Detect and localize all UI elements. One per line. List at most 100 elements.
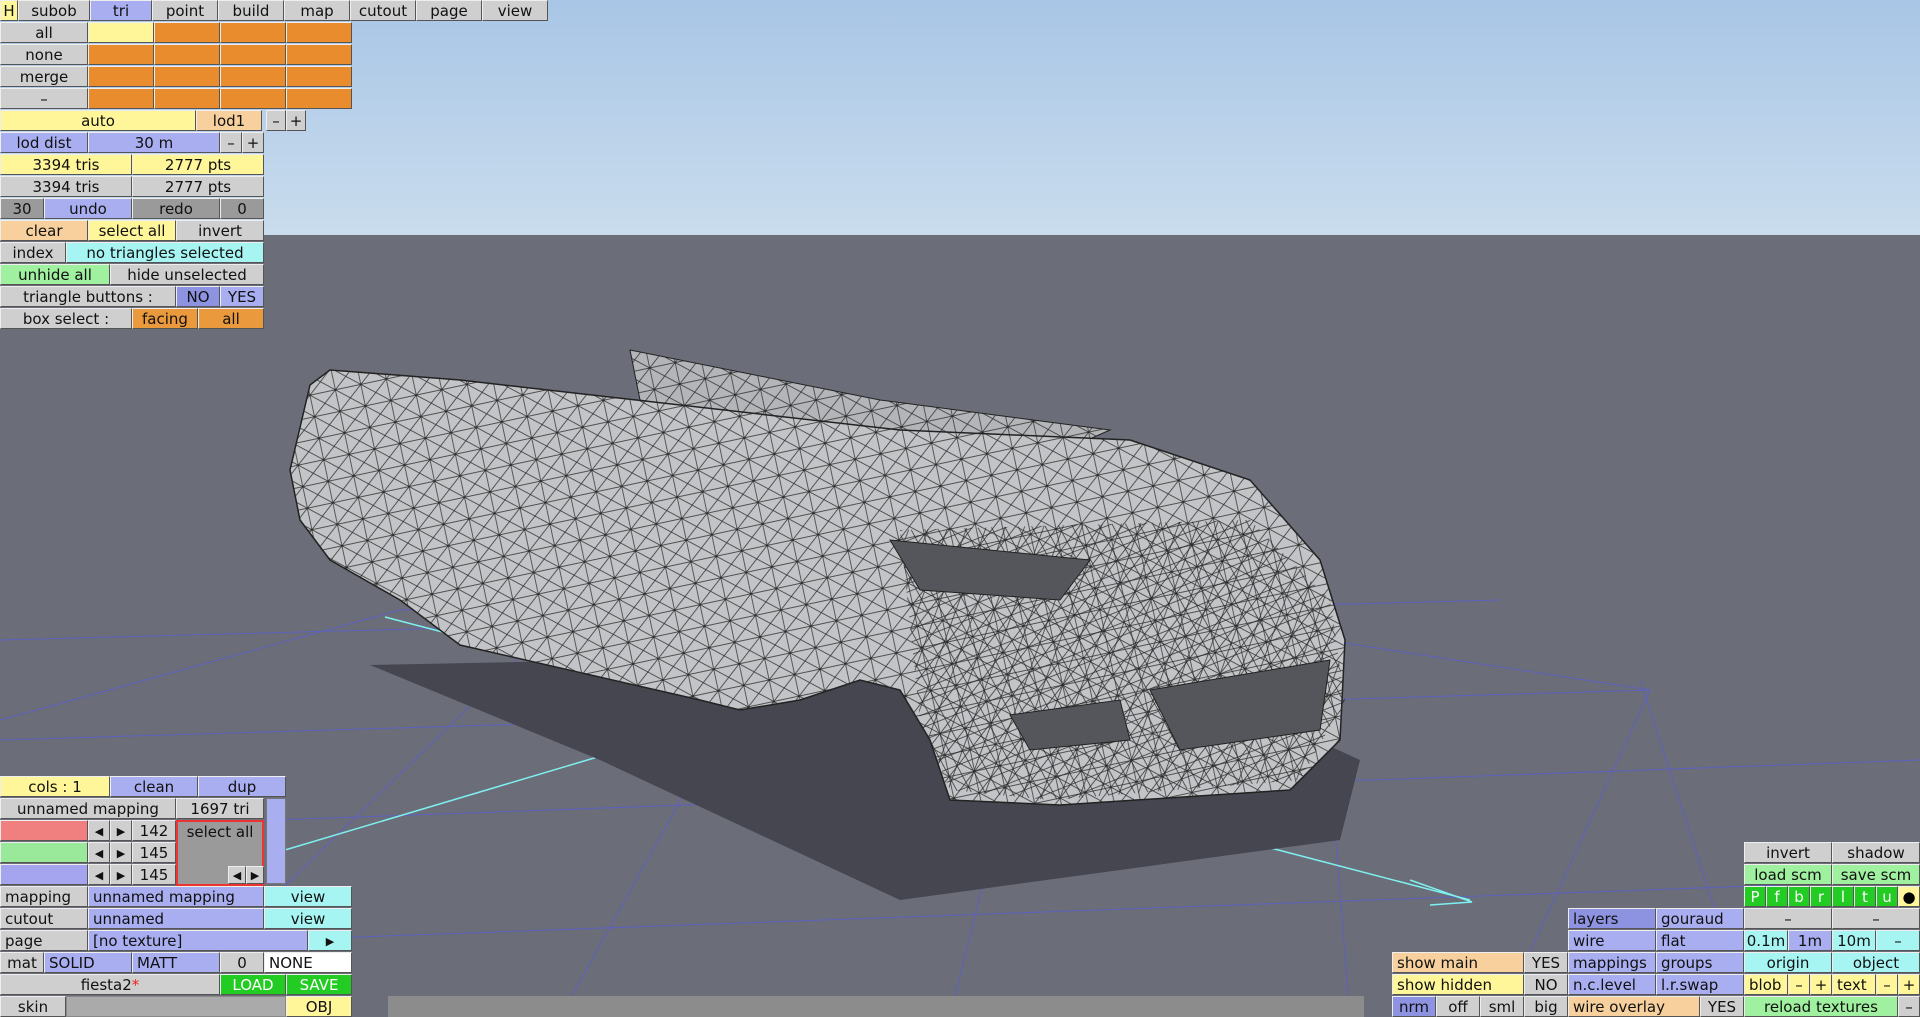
wire-overlay-button[interactable]: wire overlay: [1568, 996, 1700, 1017]
object-button[interactable]: object: [1832, 952, 1920, 973]
grid-1m[interactable]: 1m: [1788, 930, 1832, 951]
lod-dist-minus[interactable]: –: [220, 132, 242, 153]
lod-dist-value[interactable]: 30 m: [88, 132, 220, 153]
view-perspective-button[interactable]: P: [1744, 886, 1766, 907]
lr-swap-button[interactable]: l.r.swap: [1656, 974, 1744, 995]
red-swatch[interactable]: [0, 820, 88, 841]
flat-button[interactable]: flat: [1656, 930, 1744, 951]
h-button[interactable]: H: [0, 0, 18, 21]
sml-button[interactable]: sml: [1480, 996, 1524, 1017]
blue-increase-icon[interactable]: ▶: [110, 864, 132, 885]
color-preview[interactable]: select all ◀ ▶: [176, 820, 264, 886]
tab-view[interactable]: view: [482, 0, 548, 21]
big-button[interactable]: big: [1524, 996, 1568, 1017]
show-hidden-button[interactable]: show hidden: [1392, 974, 1524, 995]
wire-overlay-yes[interactable]: YES: [1700, 996, 1744, 1017]
mat-number[interactable]: 0: [220, 952, 264, 973]
view-front-button[interactable]: f: [1766, 886, 1788, 907]
triangle-buttons-yes[interactable]: YES: [220, 286, 264, 307]
red-increase-icon[interactable]: ▶: [110, 820, 132, 841]
selection-slot[interactable]: [220, 66, 286, 87]
index-button[interactable]: index: [0, 242, 66, 263]
selection-slot[interactable]: [286, 66, 352, 87]
grid-minus[interactable]: –: [1876, 930, 1920, 951]
green-swatch[interactable]: [0, 842, 88, 863]
dup-button[interactable]: dup: [198, 776, 286, 797]
clean-button[interactable]: clean: [110, 776, 198, 797]
clear-button[interactable]: clear: [0, 220, 88, 241]
selection-slot[interactable]: [286, 22, 352, 43]
view-dash-right[interactable]: –: [1832, 908, 1920, 929]
3d-viewport[interactable]: [0, 0, 1920, 1017]
selection-slot[interactable]: [286, 88, 352, 109]
skin-button[interactable]: skin: [0, 996, 66, 1017]
view-dot-button[interactable]: ●: [1898, 886, 1920, 907]
reload-minus[interactable]: –: [1898, 996, 1920, 1017]
mapping-value[interactable]: unnamed mapping: [88, 886, 264, 907]
mat-matt[interactable]: MATT: [132, 952, 220, 973]
page-play-icon[interactable]: ▶: [308, 930, 352, 951]
minus-button[interactable]: –: [0, 88, 88, 109]
load-scm-button[interactable]: load scm: [1744, 864, 1832, 885]
blue-swatch[interactable]: [0, 864, 88, 885]
show-main-yes[interactable]: YES: [1524, 952, 1568, 973]
preview-right-icon[interactable]: ▶: [246, 866, 264, 884]
green-decrease-icon[interactable]: ◀: [88, 842, 110, 863]
grid-10m[interactable]: 10m: [1832, 930, 1876, 951]
save-scm-button[interactable]: save scm: [1832, 864, 1920, 885]
blue-decrease-icon[interactable]: ◀: [88, 864, 110, 885]
mat-none[interactable]: NONE: [264, 952, 352, 973]
selection-slot[interactable]: [154, 22, 220, 43]
nc-level-button[interactable]: n.c.level: [1568, 974, 1656, 995]
selection-slot[interactable]: [220, 88, 286, 109]
mapping-name[interactable]: unnamed mapping: [0, 798, 176, 819]
selection-slot[interactable]: [220, 44, 286, 65]
triangle-buttons-no[interactable]: NO: [176, 286, 220, 307]
mapping-scrollbar[interactable]: [266, 798, 286, 884]
text-button[interactable]: text: [1832, 974, 1876, 995]
cutout-value[interactable]: unnamed: [88, 908, 264, 929]
tab-tri[interactable]: tri: [90, 0, 152, 21]
selection-slot[interactable]: [286, 44, 352, 65]
bottom-scrollbar[interactable]: [388, 996, 1364, 1017]
blob-plus[interactable]: +: [1810, 974, 1832, 995]
box-select-facing[interactable]: facing: [132, 308, 198, 329]
box-select-all[interactable]: all: [198, 308, 264, 329]
page-value[interactable]: [no texture]: [88, 930, 308, 951]
tab-map[interactable]: map: [284, 0, 350, 21]
hide-unselected-button[interactable]: hide unselected: [110, 264, 264, 285]
red-value[interactable]: 142: [132, 820, 176, 841]
lod-auto-button[interactable]: auto: [0, 110, 196, 131]
lod-minus-button[interactable]: –: [266, 110, 286, 131]
tri-select-all-button[interactable]: select all: [88, 220, 176, 241]
show-hidden-no[interactable]: NO: [1524, 974, 1568, 995]
green-increase-icon[interactable]: ▶: [110, 842, 132, 863]
selection-slot[interactable]: [88, 22, 154, 43]
unhide-all-button[interactable]: unhide all: [0, 264, 110, 285]
mappings-button[interactable]: mappings: [1568, 952, 1656, 973]
selection-slot[interactable]: [88, 44, 154, 65]
select-none-button[interactable]: none: [0, 44, 88, 65]
tab-subob[interactable]: subob: [18, 0, 90, 21]
tab-build[interactable]: build: [218, 0, 284, 21]
text-minus[interactable]: –: [1876, 974, 1898, 995]
mat-solid[interactable]: SOLID: [44, 952, 132, 973]
blue-value[interactable]: 145: [132, 864, 176, 885]
red-decrease-icon[interactable]: ◀: [88, 820, 110, 841]
selection-slot[interactable]: [154, 88, 220, 109]
view-invert-button[interactable]: invert: [1744, 842, 1832, 863]
gouraud-button[interactable]: gouraud: [1656, 908, 1744, 929]
view-dash-left[interactable]: –: [1744, 908, 1832, 929]
green-value[interactable]: 145: [132, 842, 176, 863]
off-button[interactable]: off: [1436, 996, 1480, 1017]
view-right-button[interactable]: r: [1810, 886, 1832, 907]
lod-plus-button[interactable]: +: [286, 110, 306, 131]
load-button[interactable]: LOAD: [220, 974, 286, 995]
lod-dist-plus[interactable]: +: [242, 132, 264, 153]
preview-left-icon[interactable]: ◀: [228, 866, 246, 884]
show-main-button[interactable]: show main: [1392, 952, 1524, 973]
reload-textures-button[interactable]: reload textures: [1744, 996, 1898, 1017]
select-all-button[interactable]: all: [0, 22, 88, 43]
grid-01m[interactable]: 0.1m: [1744, 930, 1788, 951]
shadow-button[interactable]: shadow: [1832, 842, 1920, 863]
